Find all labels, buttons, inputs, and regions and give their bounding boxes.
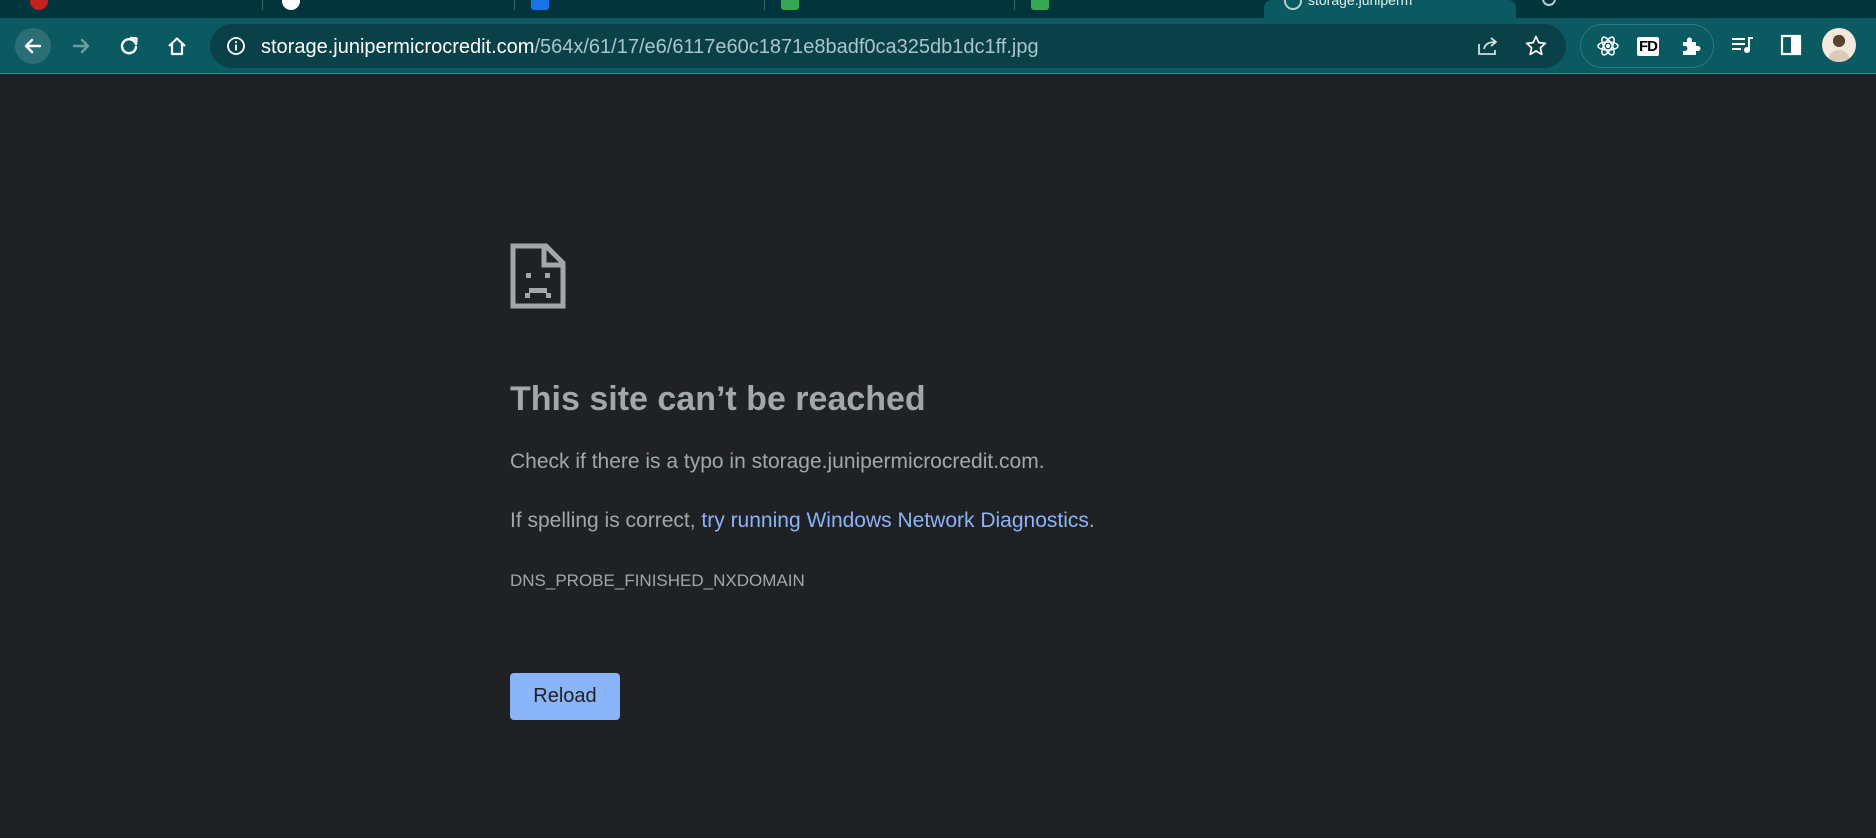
tab-title: storage.juniperm [1308, 0, 1413, 8]
reload-icon [120, 36, 138, 55]
media-controls-button[interactable] [1727, 29, 1759, 61]
sad-document-icon [510, 243, 566, 309]
tab-separator [262, 0, 263, 10]
url-host: storage.junipermicrocredit.com [261, 36, 535, 58]
tab-strip: storage.juniperm [0, 0, 1876, 18]
side-panel-button[interactable] [1775, 29, 1807, 61]
share-icon[interactable] [1476, 35, 1500, 57]
react-devtools-button[interactable] [1592, 30, 1624, 62]
back-button[interactable] [15, 28, 51, 64]
tab-7[interactable] [1520, 0, 1780, 18]
tab-separator [514, 0, 515, 10]
search-icon [1542, 0, 1556, 6]
fd-badge-icon: FD [1637, 36, 1659, 56]
tab-separator [1014, 0, 1015, 10]
arrow-right-icon [72, 38, 90, 54]
tab-favicon-icon [531, 0, 549, 10]
error-heading: This site can’t be reached [510, 380, 926, 418]
error-code: DNS_PROBE_FINISHED_NXDOMAIN [510, 571, 805, 590]
diagnostics-prefix: If spelling is correct, [510, 509, 702, 532]
tab-3[interactable] [516, 0, 764, 18]
side-panel-icon [1780, 34, 1802, 56]
star-icon[interactable] [1524, 34, 1548, 58]
home-icon [168, 37, 186, 56]
typo-hint-text: Check if there is a typo in storage.juni… [510, 450, 1045, 473]
fd-extension-button[interactable]: FD [1632, 30, 1664, 62]
diagnostics-link[interactable]: try running Windows Network Diagnostics [701, 509, 1088, 532]
forward-button[interactable] [63, 28, 99, 64]
url-text[interactable]: storage.junipermicrocredit.com/564x/61/1… [261, 36, 1039, 59]
diagnostics-suffix: . [1088, 509, 1095, 532]
toolbar-divider [0, 73, 1876, 74]
react-icon [1597, 36, 1619, 56]
reload-toolbar-button[interactable] [111, 28, 147, 64]
tab-favicon-icon [1031, 0, 1049, 10]
reload-button[interactable]: Reload [510, 673, 620, 720]
tab-4[interactable] [766, 0, 1014, 18]
tab-favicon-icon [781, 0, 799, 10]
globe-icon [1284, 0, 1302, 10]
extensions-group: FD [1580, 24, 1714, 68]
tab-2[interactable] [264, 0, 512, 18]
address-bar[interactable]: storage.junipermicrocredit.com/564x/61/1… [210, 24, 1566, 68]
tab-separator [764, 0, 765, 10]
info-icon[interactable] [226, 36, 246, 56]
playlist-icon [1732, 37, 1753, 53]
puzzle-icon [1683, 37, 1701, 55]
url-path: /564x/61/17/e6/6117e60c1871e8badf0ca325d… [534, 36, 1039, 58]
arrow-left-icon [24, 38, 42, 54]
home-button[interactable] [159, 28, 195, 64]
diagnostics-hint: If spelling is correct, try running Wind… [510, 509, 1095, 533]
tab-1[interactable] [0, 0, 260, 18]
tab-favicon-icon [30, 0, 48, 10]
browser-toolbar: storage.junipermicrocredit.com/564x/61/1… [0, 18, 1876, 73]
tab-active[interactable]: storage.juniperm [1264, 0, 1516, 18]
profile-avatar[interactable] [1822, 28, 1856, 62]
extensions-button[interactable] [1675, 30, 1707, 62]
tab-5[interactable] [1016, 0, 1264, 18]
tab-favicon-icon [282, 0, 300, 10]
